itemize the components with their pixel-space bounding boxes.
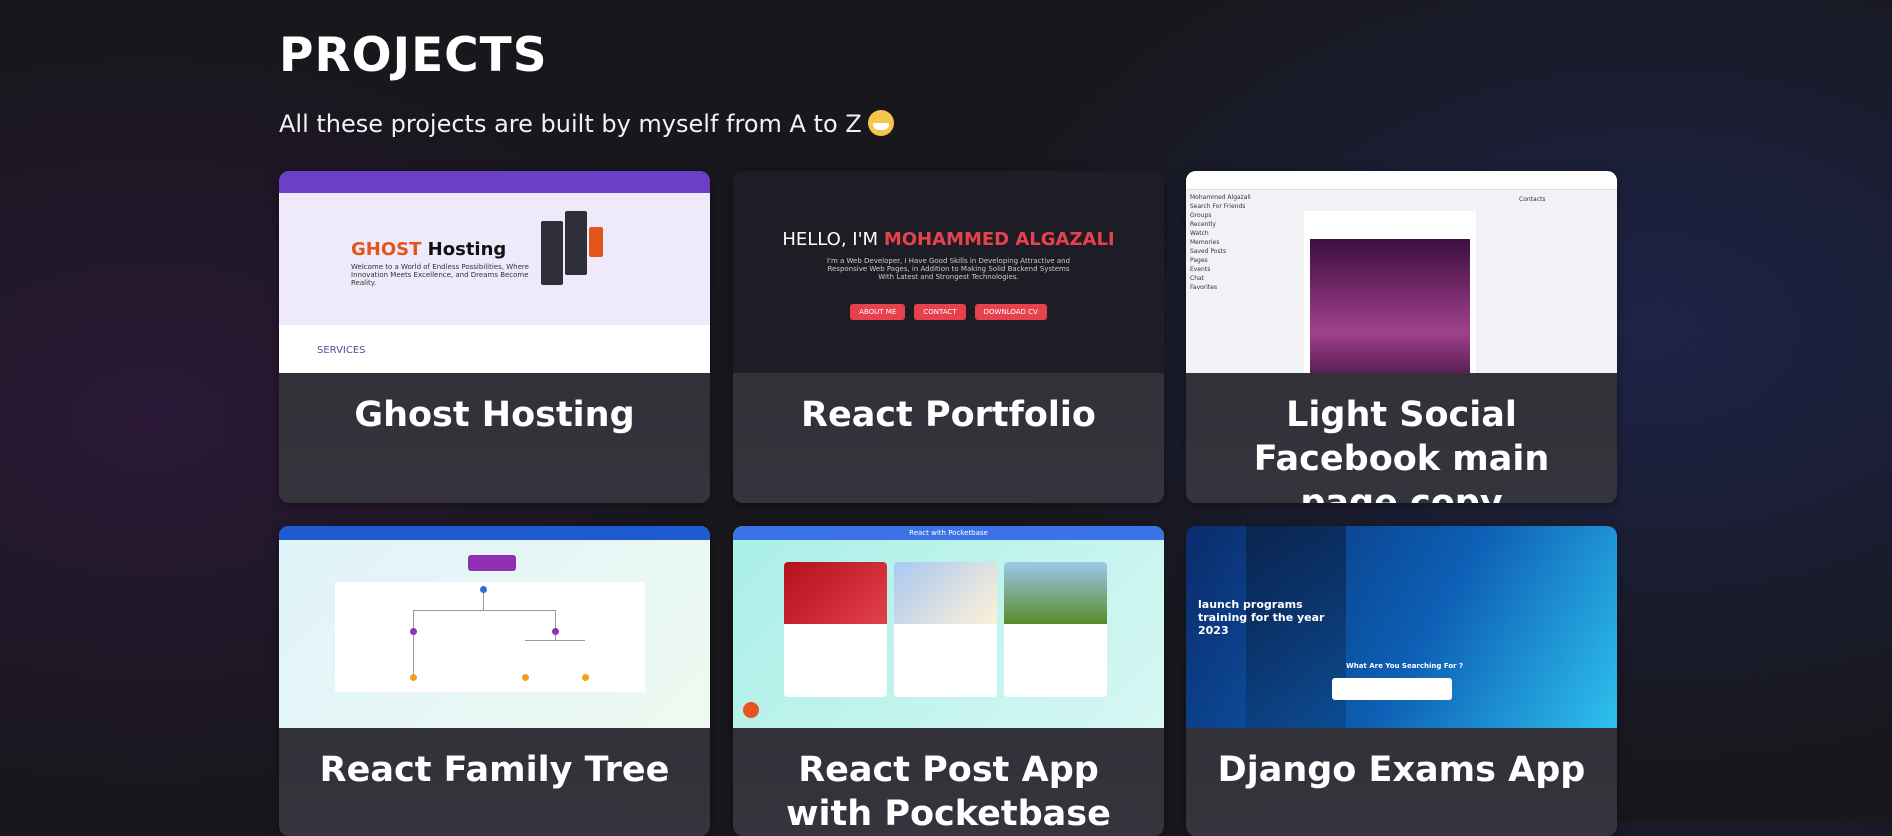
servers-illustration-icon bbox=[541, 211, 611, 291]
facebook-contacts: Contacts bbox=[1519, 196, 1546, 203]
project-card-ghost-hosting[interactable]: GHOST Hosting Welcome to a World of Endl… bbox=[279, 171, 710, 503]
grin-emoji-icon bbox=[867, 110, 894, 136]
project-title: Light Social Facebook main page copy bbox=[1253, 395, 1550, 503]
family-tree-chip bbox=[468, 555, 516, 571]
post-card bbox=[894, 562, 997, 697]
project-card-light-social-facebook[interactable]: Mohammed Algazali Search For Friends Group… bbox=[1186, 171, 1617, 503]
ghost-text: Welcome to a World of Endless Possibilit… bbox=[351, 263, 529, 287]
tree-node bbox=[582, 674, 589, 681]
tree-node bbox=[410, 628, 417, 635]
project-card-react-post-app[interactable]: React with Pocketbase React Post App wit… bbox=[733, 526, 1164, 836]
download-cv-button: DOWNLOAD CV bbox=[974, 304, 1047, 320]
project-screenshot bbox=[279, 526, 710, 728]
project-card-django-exams[interactable]: launch programs training for the year 20… bbox=[1186, 526, 1617, 836]
about-me-button: ABOUT ME bbox=[850, 304, 906, 320]
tree-node bbox=[522, 674, 529, 681]
page-subtitle: All these projects are built by myself f… bbox=[279, 110, 894, 138]
project-screenshot: HELLO, I'M MOHAMMED ALGAZALI I'm a Web D… bbox=[733, 171, 1164, 373]
django-search-title: What Are You Searching For ? bbox=[1346, 662, 1464, 670]
project-screenshot: GHOST Hosting Welcome to a World of Endl… bbox=[279, 171, 710, 373]
post-card bbox=[1004, 562, 1107, 697]
ghost-section: SERVICES bbox=[317, 345, 366, 356]
subtitle-text: All these projects are built by myself f… bbox=[279, 110, 862, 138]
lightning-image bbox=[1310, 239, 1470, 373]
project-title: React Portfolio bbox=[801, 395, 1096, 435]
django-headline: launch programs training for the year 20… bbox=[1198, 598, 1325, 637]
project-title: Django Exams App bbox=[1217, 750, 1586, 790]
project-title: React Post App with Pocketbase bbox=[786, 750, 1111, 834]
post-card bbox=[784, 562, 887, 697]
add-post-icon bbox=[743, 702, 759, 718]
tree-node bbox=[480, 586, 487, 593]
tree-node bbox=[552, 628, 559, 635]
facebook-menu: Mohammed Algazali Search For Friends Group… bbox=[1190, 194, 1251, 291]
project-title: React Family Tree bbox=[319, 750, 670, 790]
project-title: Ghost Hosting bbox=[354, 395, 635, 435]
project-screenshot: launch programs training for the year 20… bbox=[1186, 526, 1617, 728]
portfolio-buttons: ABOUT ME CONTACT DOWNLOAD CV bbox=[733, 299, 1164, 320]
project-card-react-family-tree[interactable]: React Family Tree bbox=[279, 526, 710, 836]
portfolio-headline: HELLO, I'M MOHAMMED ALGAZALI bbox=[782, 229, 1115, 250]
tree-canvas bbox=[335, 582, 645, 692]
ghost-headline: GHOST Hosting bbox=[351, 239, 507, 260]
contact-button: CONTACT bbox=[914, 304, 966, 320]
tree-node bbox=[410, 674, 417, 681]
project-screenshot: Mohammed Algazali Search For Friends Group… bbox=[1186, 171, 1617, 373]
django-search-box bbox=[1332, 678, 1452, 700]
facebook-post bbox=[1304, 211, 1476, 373]
pocketbase-topbar: React with Pocketbase bbox=[733, 526, 1164, 540]
project-screenshot: React with Pocketbase bbox=[733, 526, 1164, 728]
portfolio-text: I'm a Web Developer, I Have Good Skills … bbox=[826, 257, 1071, 281]
page-title: PROJECTS bbox=[279, 28, 548, 83]
project-card-react-portfolio[interactable]: HELLO, I'M MOHAMMED ALGAZALI I'm a Web D… bbox=[733, 171, 1164, 503]
